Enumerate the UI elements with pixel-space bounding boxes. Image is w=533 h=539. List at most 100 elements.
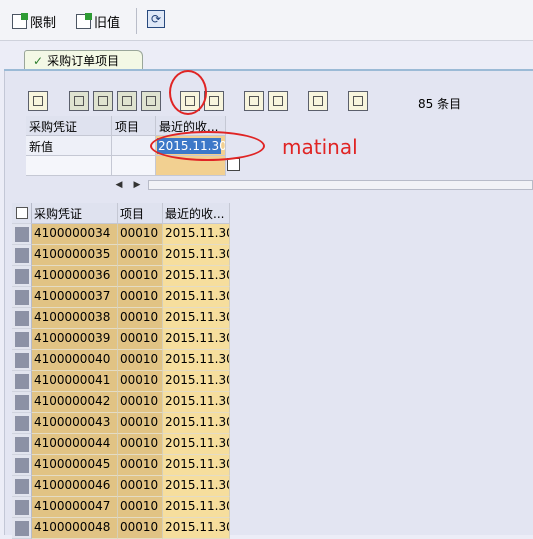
purchasing-document-cell[interactable]: 4100000038 bbox=[32, 308, 118, 329]
latest-receipt-cell[interactable]: 2015.11.30 bbox=[163, 245, 230, 266]
horizontal-scrollbar[interactable]: ◀ ▶ bbox=[112, 178, 533, 192]
select-all-icon[interactable] bbox=[28, 91, 48, 111]
column-latest-receipt[interactable]: 最近的收... bbox=[163, 203, 230, 224]
tab-purchase-order-items[interactable]: ✓ 采购订单项目 bbox=[24, 50, 143, 70]
item-cell[interactable]: 00010 bbox=[118, 350, 163, 371]
item-cell[interactable]: 00010 bbox=[118, 245, 163, 266]
table-row[interactable]: 4100000039 00010 2015.11.30 bbox=[12, 329, 230, 350]
purchasing-document-cell[interactable]: 4100000040 bbox=[32, 350, 118, 371]
latest-receipt-cell[interactable]: 2015.11.30 bbox=[163, 518, 230, 539]
latest-receipt-cell[interactable]: 2015.11.30 bbox=[163, 266, 230, 287]
item-cell[interactable]: 00010 bbox=[118, 434, 163, 455]
item-cell[interactable]: 00010 bbox=[118, 518, 163, 539]
purchasing-document-cell[interactable]: 4100000046 bbox=[32, 476, 118, 497]
table-row[interactable]: 4100000035 00010 2015.11.30 bbox=[12, 245, 230, 266]
scroll-left-icon[interactable]: ◀ bbox=[112, 178, 126, 192]
row-selector[interactable] bbox=[12, 266, 32, 287]
item-cell[interactable]: 00010 bbox=[118, 413, 163, 434]
column-purchasing-document[interactable]: 采购凭证 bbox=[32, 203, 118, 224]
purchasing-document-cell[interactable]: 4100000034 bbox=[32, 224, 118, 245]
latest-receipt-cell[interactable]: 2015.11.30 bbox=[163, 455, 230, 476]
sum-icon[interactable] bbox=[308, 91, 328, 111]
value-help-icon[interactable] bbox=[227, 158, 240, 171]
purchasing-document-cell[interactable]: 4100000043 bbox=[32, 413, 118, 434]
purchasing-document-cell[interactable]: 4100000039 bbox=[32, 329, 118, 350]
latest-receipt-cell[interactable]: 2015.11.30 bbox=[163, 497, 230, 518]
insert-row-icon[interactable] bbox=[117, 91, 137, 111]
purchasing-document-cell[interactable]: 4100000048 bbox=[32, 518, 118, 539]
filter-icon[interactable] bbox=[268, 91, 288, 111]
undo-icon[interactable] bbox=[204, 91, 224, 111]
row-selector[interactable] bbox=[12, 434, 32, 455]
copy-icon[interactable] bbox=[69, 91, 89, 111]
sort-ascending-icon[interactable] bbox=[244, 91, 264, 111]
purchasing-document-cell[interactable]: 4100000045 bbox=[32, 455, 118, 476]
print-icon[interactable] bbox=[348, 91, 368, 111]
purchasing-document-cell[interactable]: 4100000041 bbox=[32, 371, 118, 392]
row-selector[interactable] bbox=[12, 371, 32, 392]
scroll-right-icon[interactable]: ▶ bbox=[130, 178, 144, 192]
table-row[interactable]: 4100000045 00010 2015.11.30 bbox=[12, 455, 230, 476]
latest-receipt-cell[interactable]: 2015.11.30 bbox=[163, 224, 230, 245]
purchasing-document-cell[interactable]: 4100000042 bbox=[32, 392, 118, 413]
item-cell[interactable]: 00010 bbox=[118, 392, 163, 413]
item-cell[interactable]: 00010 bbox=[118, 308, 163, 329]
item-cell[interactable]: 00010 bbox=[118, 371, 163, 392]
purchasing-document-cell[interactable]: 4100000036 bbox=[32, 266, 118, 287]
table-row[interactable]: 4100000042 00010 2015.11.30 bbox=[12, 392, 230, 413]
purchasing-document-cell[interactable]: 4100000044 bbox=[32, 434, 118, 455]
old-values-button[interactable]: 旧值 bbox=[76, 10, 120, 32]
restrict-button[interactable]: 限制 bbox=[12, 10, 56, 32]
scroll-track[interactable] bbox=[148, 180, 533, 190]
table-row[interactable]: 4100000040 00010 2015.11.30 bbox=[12, 350, 230, 371]
purchasing-document-cell[interactable]: 4100000035 bbox=[32, 245, 118, 266]
row-selector[interactable] bbox=[12, 329, 32, 350]
latest-receipt-cell[interactable]: 2015.11.30 bbox=[163, 350, 230, 371]
column-item[interactable]: 项目 bbox=[118, 203, 163, 224]
row-selector[interactable] bbox=[12, 224, 32, 245]
latest-receipt-cell[interactable]: 2015.11.30 bbox=[163, 371, 230, 392]
table-row[interactable]: 4100000036 00010 2015.11.30 bbox=[12, 266, 230, 287]
row-selector[interactable] bbox=[12, 287, 32, 308]
delete-row-icon[interactable] bbox=[141, 91, 161, 111]
item-cell[interactable]: 00010 bbox=[118, 287, 163, 308]
layout-icon[interactable] bbox=[12, 203, 32, 224]
table-row[interactable]: 4100000038 00010 2015.11.30 bbox=[12, 308, 230, 329]
item-cell[interactable]: 00010 bbox=[118, 329, 163, 350]
old-values-label: 旧值 bbox=[94, 15, 121, 31]
row-selector[interactable] bbox=[12, 350, 32, 371]
latest-receipt-cell[interactable]: 2015.11.30 bbox=[163, 287, 230, 308]
item-cell[interactable]: 00010 bbox=[118, 266, 163, 287]
table-row[interactable]: 4100000048 00010 2015.11.30 bbox=[12, 518, 230, 539]
latest-receipt-cell[interactable]: 2015.11.30 bbox=[163, 413, 230, 434]
item-cell[interactable]: 00010 bbox=[118, 476, 163, 497]
latest-receipt-cell[interactable]: 2015.11.30 bbox=[163, 434, 230, 455]
row-selector[interactable] bbox=[12, 476, 32, 497]
latest-receipt-cell[interactable]: 2015.11.30 bbox=[163, 329, 230, 350]
table-row[interactable]: 4100000041 00010 2015.11.30 bbox=[12, 371, 230, 392]
row-selector[interactable] bbox=[12, 518, 32, 539]
table-row[interactable]: 4100000047 00010 2015.11.30 bbox=[12, 497, 230, 518]
item-cell[interactable]: 00010 bbox=[118, 497, 163, 518]
row-selector[interactable] bbox=[12, 308, 32, 329]
row-selector[interactable] bbox=[12, 413, 32, 434]
row-count: 85 条目 bbox=[418, 97, 462, 111]
table-row[interactable]: 4100000037 00010 2015.11.30 bbox=[12, 287, 230, 308]
row-selector[interactable] bbox=[12, 245, 32, 266]
purchasing-document-cell[interactable]: 4100000037 bbox=[32, 287, 118, 308]
item-cell[interactable]: 00010 bbox=[118, 455, 163, 476]
row-selector[interactable] bbox=[12, 497, 32, 518]
table-row[interactable]: 4100000046 00010 2015.11.30 bbox=[12, 476, 230, 497]
table-row[interactable]: 4100000034 00010 2015.11.30 bbox=[12, 224, 230, 245]
item-cell[interactable]: 00010 bbox=[118, 224, 163, 245]
row-selector[interactable] bbox=[12, 392, 32, 413]
latest-receipt-cell[interactable]: 2015.11.30 bbox=[163, 308, 230, 329]
table-row[interactable]: 4100000044 00010 2015.11.30 bbox=[12, 434, 230, 455]
table-row[interactable]: 4100000043 00010 2015.11.30 bbox=[12, 413, 230, 434]
purchasing-document-cell[interactable]: 4100000047 bbox=[32, 497, 118, 518]
latest-receipt-cell[interactable]: 2015.11.30 bbox=[163, 392, 230, 413]
row-selector[interactable] bbox=[12, 455, 32, 476]
latest-receipt-cell[interactable]: 2015.11.30 bbox=[163, 476, 230, 497]
paste-icon[interactable] bbox=[93, 91, 113, 111]
refresh-icon[interactable]: ⟳ bbox=[147, 10, 165, 28]
